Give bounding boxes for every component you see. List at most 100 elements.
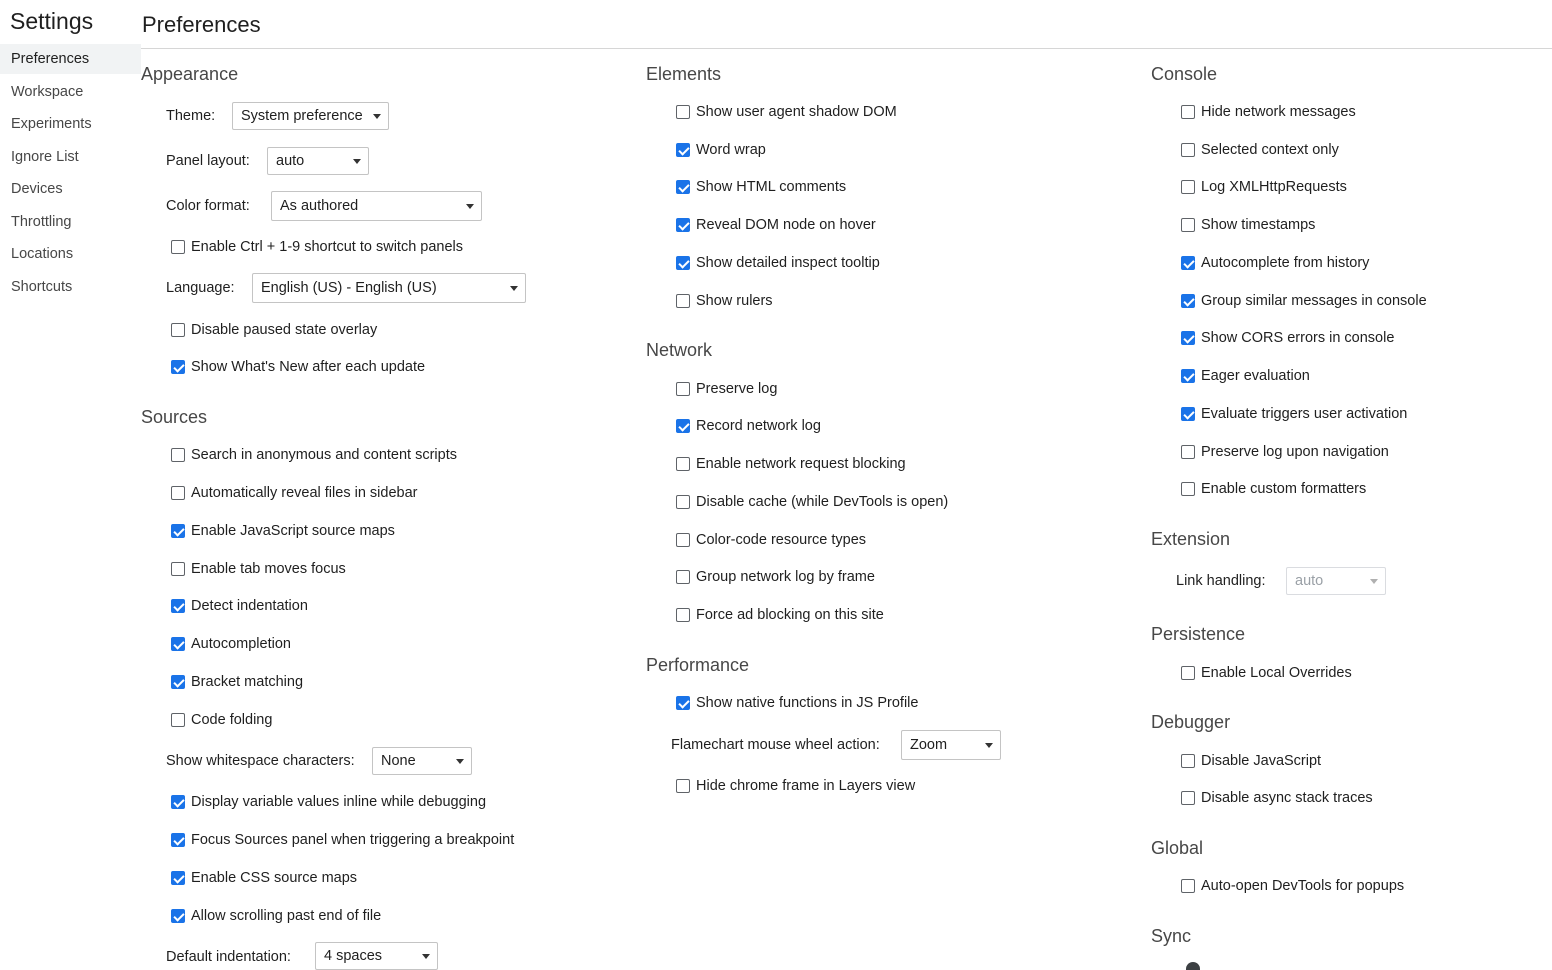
console-option-checkbox[interactable]: Evaluate triggers user activation [1181, 403, 1407, 425]
network-option-checkbox[interactable]: Record network log [676, 415, 821, 437]
indentation-select[interactable]: 4 spaces [315, 942, 438, 970]
account-avatar-icon [1186, 962, 1200, 970]
theme-label: Theme: [166, 108, 216, 124]
elements-option-checkbox[interactable]: Show user agent shadow DOM [676, 101, 897, 123]
console-option-label: Autocomplete from history [1201, 255, 1370, 271]
network-option-checkbox[interactable]: Preserve log [676, 378, 777, 400]
sources-option-label: Code folding [191, 712, 273, 728]
sources-option-checkbox[interactable]: Allow scrolling past end of file [171, 905, 381, 927]
color-format-select-value: As authored [280, 198, 359, 214]
wheel-action-select[interactable]: Zoom [901, 730, 1001, 760]
section-title-persistence: Persistence [1151, 624, 1246, 644]
indentation-label: Default indentation: [166, 949, 291, 965]
network-option-checkbox[interactable]: Group network log by frame [676, 566, 875, 588]
color-format-select[interactable]: As authored [271, 191, 482, 221]
network-option-checkbox[interactable]: Color-code resource types [676, 529, 866, 551]
whats-new-checkbox[interactable]: Show What's New after each update [171, 356, 425, 378]
sources-option-checkbox[interactable]: Code folding [171, 709, 272, 731]
section-title-appearance: Appearance [141, 64, 239, 84]
sidebar-item-locations[interactable]: Locations [0, 239, 141, 269]
sources-option-checkbox[interactable]: Enable JavaScript source maps [171, 520, 395, 542]
console-option-checkbox[interactable]: Autocomplete from history [1181, 252, 1369, 274]
section-title-extension: Extension [1151, 529, 1231, 549]
hide-chrome-frame-label: Hide chrome frame in Layers view [696, 778, 916, 794]
elements-option-checkbox[interactable]: Show rulers [676, 290, 773, 312]
sources-option-checkbox[interactable]: Enable tab moves focus [171, 558, 346, 580]
sources-option-checkbox[interactable]: Detect indentation [171, 595, 308, 617]
panel-layout-select[interactable]: auto [267, 147, 369, 175]
theme-select[interactable]: System preference [232, 102, 389, 130]
native-functions-checkbox[interactable]: Show native functions in JS Profile [676, 692, 918, 714]
console-option-checkbox[interactable]: Group similar messages in console [1181, 290, 1427, 312]
sources-option-checkbox[interactable]: Focus Sources panel when triggering a br… [171, 829, 514, 851]
section-title-sources: Sources [141, 407, 208, 427]
checkbox-icon [171, 240, 185, 254]
paused-overlay-checkbox[interactable]: Disable paused state overlay [171, 319, 377, 341]
elements-option-label: Show HTML comments [696, 179, 847, 195]
console-option-label: Show CORS errors in console [1201, 330, 1395, 346]
sidebar-item-preferences[interactable]: Preferences [0, 44, 141, 74]
header-divider [141, 48, 1552, 49]
auto-open-devtools-checkbox[interactable]: Auto-open DevTools for popups [1181, 875, 1404, 897]
sidebar-item-shortcuts[interactable]: Shortcuts [0, 272, 141, 302]
sidebar-item-workspace[interactable]: Workspace [0, 77, 141, 107]
checkbox-icon [171, 562, 185, 576]
language-select[interactable]: English (US) - English (US) [252, 273, 526, 303]
sources-option-checkbox[interactable]: Enable CSS source maps [171, 867, 357, 889]
section-title-sync: Sync [1151, 926, 1192, 946]
elements-option-label: Word wrap [696, 142, 766, 158]
console-option-checkbox[interactable]: Eager evaluation [1181, 365, 1310, 387]
console-option-label: Selected context only [1201, 142, 1339, 158]
ctrl-shortcut-checkbox[interactable]: Enable Ctrl + 1-9 shortcut to switch pan… [171, 236, 463, 258]
elements-option-checkbox[interactable]: Show detailed inspect tooltip [676, 252, 880, 274]
local-overrides-checkbox[interactable]: Enable Local Overrides [1181, 662, 1352, 684]
console-option-checkbox[interactable]: Show timestamps [1181, 214, 1315, 236]
sources-option-checkbox[interactable]: Automatically reveal files in sidebar [171, 482, 417, 504]
indentation-select-value: 4 spaces [324, 948, 383, 964]
sources-option-checkbox[interactable]: Search in anonymous and content scripts [171, 444, 457, 466]
console-option-checkbox[interactable]: Hide network messages [1181, 101, 1356, 123]
elements-option-checkbox[interactable]: Show HTML comments [676, 176, 846, 198]
sidebar-item-devices[interactable]: Devices [0, 174, 141, 204]
checkmark-icon [676, 180, 690, 194]
checkbox-icon [676, 495, 690, 509]
console-option-checkbox[interactable]: Log XMLHttpRequests [1181, 176, 1347, 198]
console-option-checkbox[interactable]: Show CORS errors in console [1181, 327, 1394, 349]
console-option-checkbox[interactable]: Enable custom formatters [1181, 478, 1366, 500]
sidebar-item-throttling[interactable]: Throttling [0, 207, 141, 237]
checkbox-icon [1181, 180, 1195, 194]
checkbox-icon [1181, 666, 1195, 680]
link-handling-select-value: auto [1295, 573, 1324, 589]
console-option-checkbox[interactable]: Preserve log upon navigation [1181, 441, 1389, 463]
sources-option-checkbox[interactable]: Bracket matching [171, 671, 303, 693]
elements-option-checkbox[interactable]: Word wrap [676, 139, 766, 161]
network-option-label: Group network log by frame [696, 569, 875, 585]
sources-option-checkbox[interactable]: Display variable values inline while deb… [171, 791, 486, 813]
link-handling-select[interactable]: auto [1286, 567, 1386, 595]
network-option-checkbox[interactable]: Force ad blocking on this site [676, 604, 884, 626]
console-option-checkbox[interactable]: Selected context only [1181, 139, 1339, 161]
console-option-label: Log XMLHttpRequests [1201, 179, 1347, 195]
local-overrides-label: Enable Local Overrides [1201, 665, 1352, 681]
sidebar-item-ignore-list[interactable]: Ignore List [0, 142, 141, 172]
debugger-option-checkbox[interactable]: Disable async stack traces [1181, 787, 1373, 809]
sources-option-label: Bracket matching [191, 674, 304, 690]
checkmark-icon [676, 419, 690, 433]
elements-option-checkbox[interactable]: Reveal DOM node on hover [676, 214, 876, 236]
whitespace-select[interactable]: None [372, 747, 472, 775]
sources-option-label: Search in anonymous and content scripts [191, 447, 457, 463]
checkmark-icon [171, 360, 185, 374]
language-select-value: English (US) - English (US) [261, 280, 437, 296]
network-option-checkbox[interactable]: Disable cache (while DevTools is open) [676, 491, 948, 513]
sources-option-checkbox[interactable]: Autocompletion [171, 633, 291, 655]
checkbox-icon [171, 486, 185, 500]
sidebar-item-experiments[interactable]: Experiments [0, 109, 141, 139]
debugger-option-checkbox[interactable]: Disable JavaScript [1181, 750, 1321, 772]
hide-chrome-frame-checkbox[interactable]: Hide chrome frame in Layers view [676, 775, 915, 797]
sidebar-title: Settings [10, 8, 94, 34]
checkmark-icon [676, 256, 690, 270]
chevron-down-icon [985, 743, 993, 748]
checkbox-icon [676, 105, 690, 119]
network-option-checkbox[interactable]: Enable network request blocking [676, 453, 906, 475]
chevron-down-icon [373, 114, 381, 119]
